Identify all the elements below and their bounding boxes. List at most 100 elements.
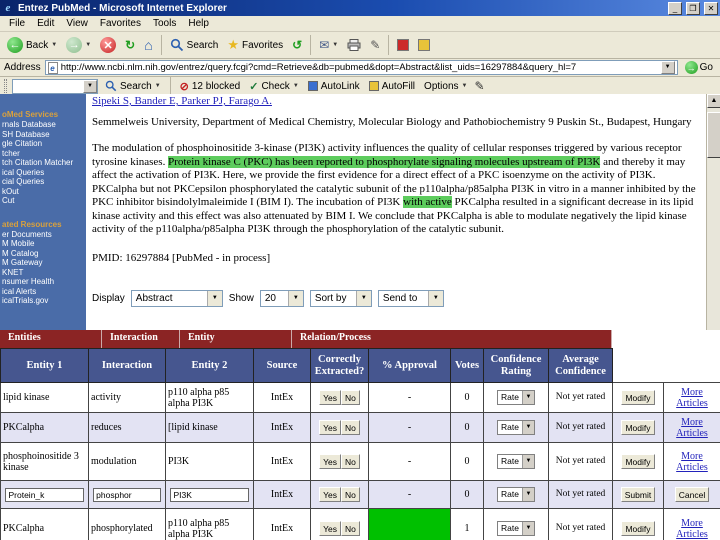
yes-button[interactable]: Yes bbox=[319, 454, 341, 469]
sidebar-item[interactable]: gle Citation bbox=[0, 139, 86, 149]
minimize-button[interactable]: _ bbox=[668, 1, 682, 15]
sidebar-item[interactable]: ical Queries bbox=[0, 168, 86, 178]
more-articles-link[interactable]: More Articles bbox=[676, 518, 708, 540]
author-links[interactable]: Sipeki S, Bander E, Parker PJ, Farago A. bbox=[92, 95, 700, 107]
print-button[interactable] bbox=[344, 38, 364, 52]
no-button[interactable]: No bbox=[341, 390, 360, 405]
scroll-up-icon[interactable]: ▲ bbox=[707, 94, 720, 108]
spellcheck-button[interactable]: ✓ Check ▼ bbox=[247, 80, 301, 93]
modify-button[interactable]: Modify bbox=[621, 521, 655, 536]
entity2-input[interactable] bbox=[170, 487, 249, 502]
sidebar-item[interactable]: nsumer Health bbox=[0, 277, 86, 287]
no-button[interactable]: No bbox=[341, 521, 360, 536]
no-button[interactable]: No bbox=[341, 487, 360, 502]
modify-button[interactable]: Modify bbox=[621, 390, 655, 405]
rate-select[interactable]: Rate ▼ bbox=[497, 420, 535, 435]
favorites-button[interactable]: ★ Favorites bbox=[224, 36, 286, 54]
sidebar-item[interactable]: KNET bbox=[0, 268, 86, 278]
source-cell: IntEx bbox=[253, 442, 311, 481]
forward-button[interactable]: → ▼ bbox=[63, 36, 94, 54]
sidebar-item[interactable]: M Catalog bbox=[0, 249, 86, 259]
autofill-button[interactable]: AutoFill bbox=[367, 81, 417, 92]
addon-button[interactable] bbox=[394, 38, 412, 52]
sort-select[interactable]: Sort by ▼ bbox=[309, 289, 372, 307]
show-select[interactable]: 20 ▼ bbox=[259, 289, 304, 307]
maximize-button[interactable]: ❐ bbox=[686, 1, 700, 15]
no-button[interactable]: No bbox=[341, 454, 360, 469]
display-select[interactable]: Abstract ▼ bbox=[130, 289, 223, 307]
interaction-input[interactable] bbox=[93, 487, 161, 502]
refresh-button[interactable]: ↻ bbox=[122, 37, 138, 53]
table-row-editing: IntEx YesNo - 0 Rate▼ Not yet rated Subm… bbox=[0, 480, 720, 509]
display-bar: Display Abstract ▼ Show 20 ▼ Sort by ▼ S… bbox=[92, 289, 700, 307]
menu-item-view[interactable]: View bbox=[60, 17, 94, 30]
autolink-icon bbox=[307, 81, 318, 91]
sidebar-item[interactable]: SH Database bbox=[0, 130, 86, 140]
chevron-down-icon[interactable]: ▼ bbox=[660, 61, 675, 74]
yes-button[interactable]: Yes bbox=[319, 487, 341, 502]
sidebar-item[interactable]: cial Queries bbox=[0, 177, 86, 187]
history-button[interactable]: ↺ bbox=[289, 37, 305, 53]
submit-button[interactable]: Submit bbox=[620, 487, 656, 502]
sidebar-item[interactable]: M Gateway bbox=[0, 258, 86, 268]
sidebar-item[interactable]: tch Citation Matcher bbox=[0, 158, 86, 168]
menu-item-tools[interactable]: Tools bbox=[147, 17, 182, 30]
sidebar-item[interactable]: ical Alerts bbox=[0, 287, 86, 297]
send-to-select[interactable]: Send to ▼ bbox=[377, 289, 444, 307]
menu-item-edit[interactable]: Edit bbox=[31, 17, 60, 30]
yes-button[interactable]: Yes bbox=[319, 521, 341, 536]
modify-cell: Modify bbox=[612, 382, 664, 413]
yes-button[interactable]: Yes bbox=[319, 420, 341, 435]
table-row: PKCalpha phosphorylated p110 alpha p85 a… bbox=[0, 508, 720, 540]
sidebar-item[interactable]: er Documents bbox=[0, 230, 86, 240]
sidebar-item[interactable]: icalTrials.gov bbox=[0, 296, 86, 306]
yes-button[interactable]: Yes bbox=[319, 390, 341, 405]
highlighter-pencil-icon[interactable]: ✎ bbox=[474, 79, 484, 93]
mail-button[interactable]: ✉ ▼ bbox=[316, 37, 341, 53]
go-button[interactable]: → Go bbox=[682, 61, 716, 74]
modify-button[interactable]: Modify bbox=[621, 420, 655, 435]
column-header: Confidence Rating bbox=[483, 348, 549, 383]
modify-cell: Modify bbox=[612, 412, 664, 443]
home-button[interactable]: ⌂ bbox=[141, 36, 155, 54]
more-articles-link[interactable]: More Articles bbox=[676, 417, 708, 439]
interaction-cell bbox=[88, 480, 166, 509]
rate-select[interactable]: Rate ▼ bbox=[497, 390, 535, 405]
rate-select[interactable]: Rate ▼ bbox=[497, 454, 535, 469]
no-button[interactable]: No bbox=[341, 420, 360, 435]
sidebar-item[interactable]: tcher bbox=[0, 149, 86, 159]
google-search-input[interactable]: ▼ bbox=[12, 78, 98, 94]
modify-button[interactable]: Modify bbox=[621, 454, 655, 469]
banner-label: Entity bbox=[180, 330, 292, 348]
menu-item-file[interactable]: File bbox=[3, 17, 31, 30]
chevron-down-icon[interactable]: ▼ bbox=[83, 79, 97, 93]
sidebar-item[interactable]: M Mobile bbox=[0, 239, 86, 249]
entity1-input[interactable] bbox=[5, 487, 84, 502]
sidebar-item[interactable]: rnals Database bbox=[0, 120, 86, 130]
address-input[interactable]: e http://www.ncbi.nlm.nih.gov/entrez/que… bbox=[44, 60, 678, 75]
sidebar-item[interactable]: Cut bbox=[0, 196, 86, 206]
search-button[interactable]: Search bbox=[167, 37, 222, 53]
sidebar-item[interactable]: kOut bbox=[0, 187, 86, 197]
popup-blocked-button[interactable]: ⊘ 12 blocked bbox=[178, 80, 243, 93]
more-articles-link[interactable]: More Articles bbox=[676, 387, 708, 409]
google-search-button[interactable]: Search ▼ bbox=[103, 80, 163, 92]
menu-item-favorites[interactable]: Favorites bbox=[94, 17, 147, 30]
entity1-cell: PKCalpha bbox=[0, 412, 89, 443]
addon-button[interactable] bbox=[415, 38, 433, 52]
options-button[interactable]: Options ▼ bbox=[422, 81, 469, 92]
rate-select[interactable]: Rate ▼ bbox=[497, 487, 535, 502]
close-button[interactable]: ✕ bbox=[704, 1, 718, 15]
cancel-button[interactable]: Cancel bbox=[674, 487, 710, 502]
stop-button[interactable]: ✕ bbox=[97, 36, 119, 54]
autolink-button[interactable]: AutoLink bbox=[306, 81, 362, 92]
edit-button[interactable]: ✎ bbox=[367, 37, 383, 53]
more-articles-link[interactable]: More Articles bbox=[676, 451, 708, 473]
menu-item-help[interactable]: Help bbox=[182, 17, 215, 30]
extracted-cell: Yes No bbox=[310, 508, 369, 540]
rate-select[interactable]: Rate ▼ bbox=[497, 521, 535, 536]
toolbar-grip[interactable] bbox=[4, 79, 7, 93]
display-label: Display bbox=[92, 292, 125, 304]
back-button[interactable]: ← Back ▼ bbox=[4, 36, 60, 54]
scrollbar-thumb[interactable] bbox=[707, 112, 720, 158]
